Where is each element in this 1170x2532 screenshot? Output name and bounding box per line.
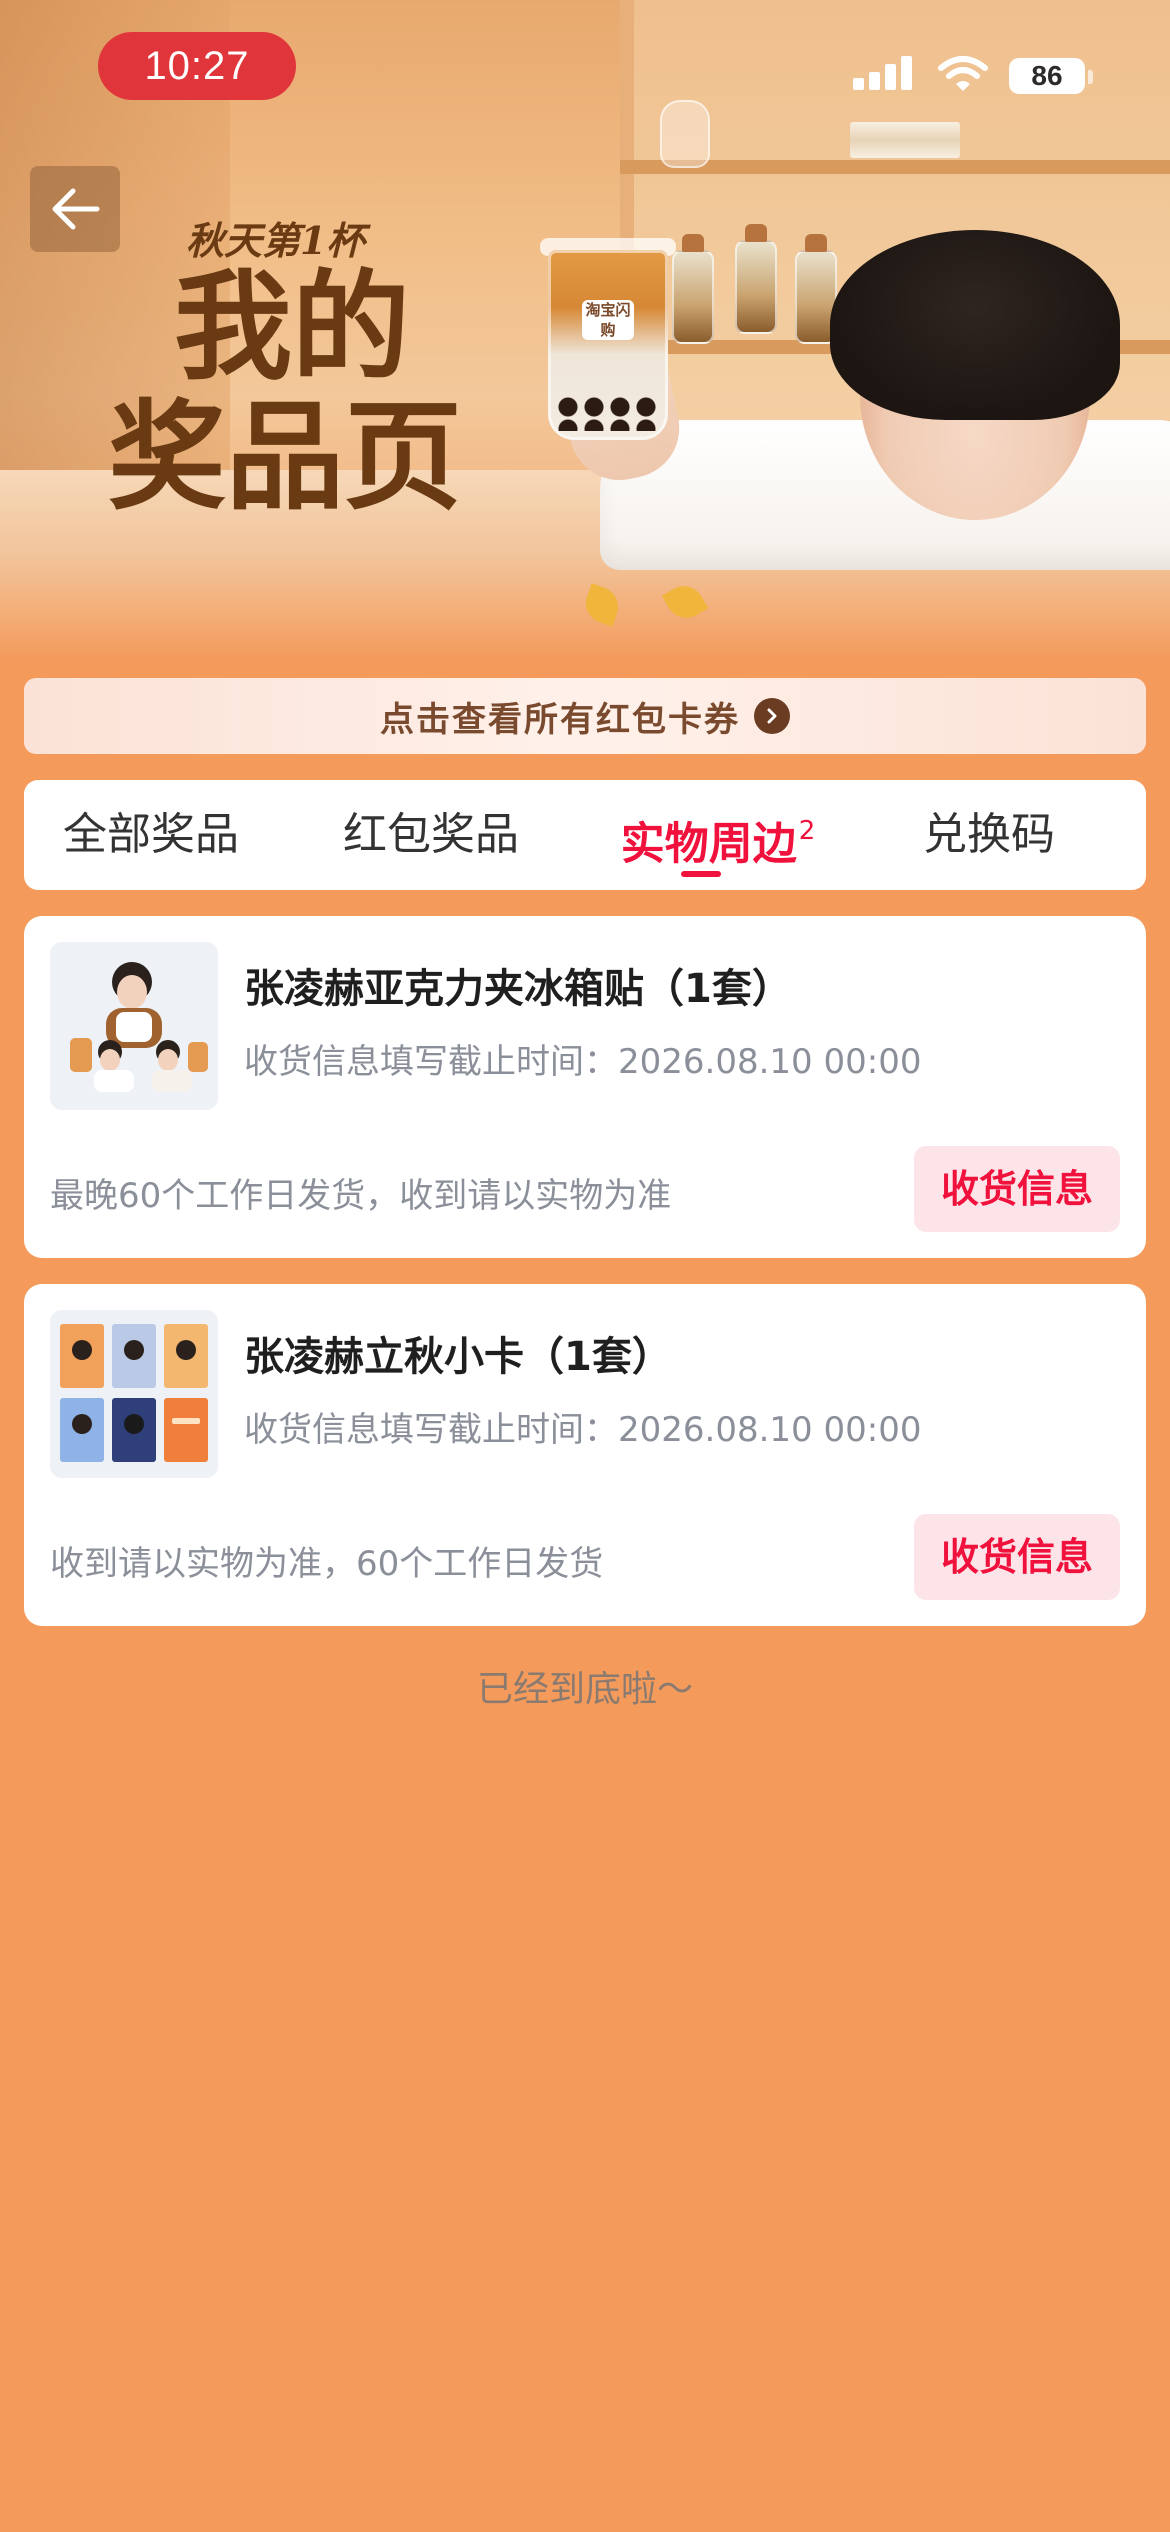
tab-count-badge: 2 bbox=[798, 816, 816, 846]
tab-label: 实物周边 bbox=[620, 818, 797, 870]
wifi-icon bbox=[937, 54, 989, 94]
tab-all-prizes[interactable]: 全部奖品 bbox=[46, 780, 256, 890]
prize-card: 张凌赫亚克力夹冰箱贴（1套） 收货信息填写截止时间：2026.08.10 00:… bbox=[24, 916, 1146, 1258]
prize-shipping-note: 最晚60个工作日发货，收到请以实物为准 bbox=[50, 1176, 672, 1216]
hero-title-line2: 奖品页 bbox=[108, 387, 463, 526]
coupon-bar-label: 点击查看所有红包卡券 bbox=[380, 699, 740, 740]
view-all-coupons-bar[interactable]: 点击查看所有红包卡券 bbox=[24, 678, 1146, 754]
hero-cup-pearls bbox=[556, 395, 660, 431]
hero-person-hair bbox=[830, 230, 1120, 420]
prize-deadline: 收货信息填写截止时间：2026.08.10 00:00 bbox=[244, 1042, 922, 1082]
battery-icon: 86 bbox=[1009, 58, 1085, 94]
tab-label: 全部奖品 bbox=[63, 809, 239, 860]
status-time: 10:27 bbox=[98, 32, 296, 100]
shipping-info-button[interactable]: 收货信息 bbox=[914, 1146, 1120, 1232]
tab-label: 兑换码 bbox=[923, 809, 1055, 860]
hero-jar bbox=[735, 224, 777, 334]
hero-title: 我的 奖品页 bbox=[108, 257, 463, 526]
hero-books bbox=[850, 122, 960, 158]
chevron-right-circle-icon bbox=[754, 698, 790, 734]
prize-card: 张凌赫立秋小卡（1套） 收货信息填写截止时间：2026.08.10 00:00 … bbox=[24, 1284, 1146, 1626]
prize-shipping-note: 收到请以实物为准，60个工作日发货 bbox=[50, 1544, 604, 1584]
prize-thumbnail bbox=[50, 1310, 218, 1478]
back-button[interactable] bbox=[30, 166, 120, 252]
prize-title: 张凌赫亚克力夹冰箱贴（1套） bbox=[244, 966, 792, 1012]
battery-nub bbox=[1088, 70, 1093, 84]
prize-deadline: 收货信息填写截止时间：2026.08.10 00:00 bbox=[244, 1410, 922, 1450]
end-of-list-text: 已经到底啦～ bbox=[476, 1669, 693, 1710]
hero-cup-label: 淘宝闪购 bbox=[582, 300, 634, 340]
prize-thumbnail bbox=[50, 942, 218, 1110]
prize-tabs: 全部奖品 红包奖品 实物周边2 兑换码 bbox=[24, 780, 1146, 890]
cellular-signal-icon bbox=[853, 54, 915, 94]
prize-title: 张凌赫立秋小卡（1套） bbox=[244, 1334, 672, 1380]
hero-title-line1: 我的 bbox=[174, 257, 411, 396]
active-tab-indicator bbox=[681, 871, 721, 877]
arrow-left-icon bbox=[52, 188, 100, 230]
tab-redeem-codes[interactable]: 兑换码 bbox=[904, 780, 1074, 890]
tab-red-packet-prizes[interactable]: 红包奖品 bbox=[326, 780, 536, 890]
hero-jar bbox=[672, 234, 714, 344]
tab-label: 红包奖品 bbox=[343, 809, 519, 860]
hero-vase bbox=[660, 100, 710, 168]
shipping-info-button[interactable]: 收货信息 bbox=[914, 1514, 1120, 1600]
